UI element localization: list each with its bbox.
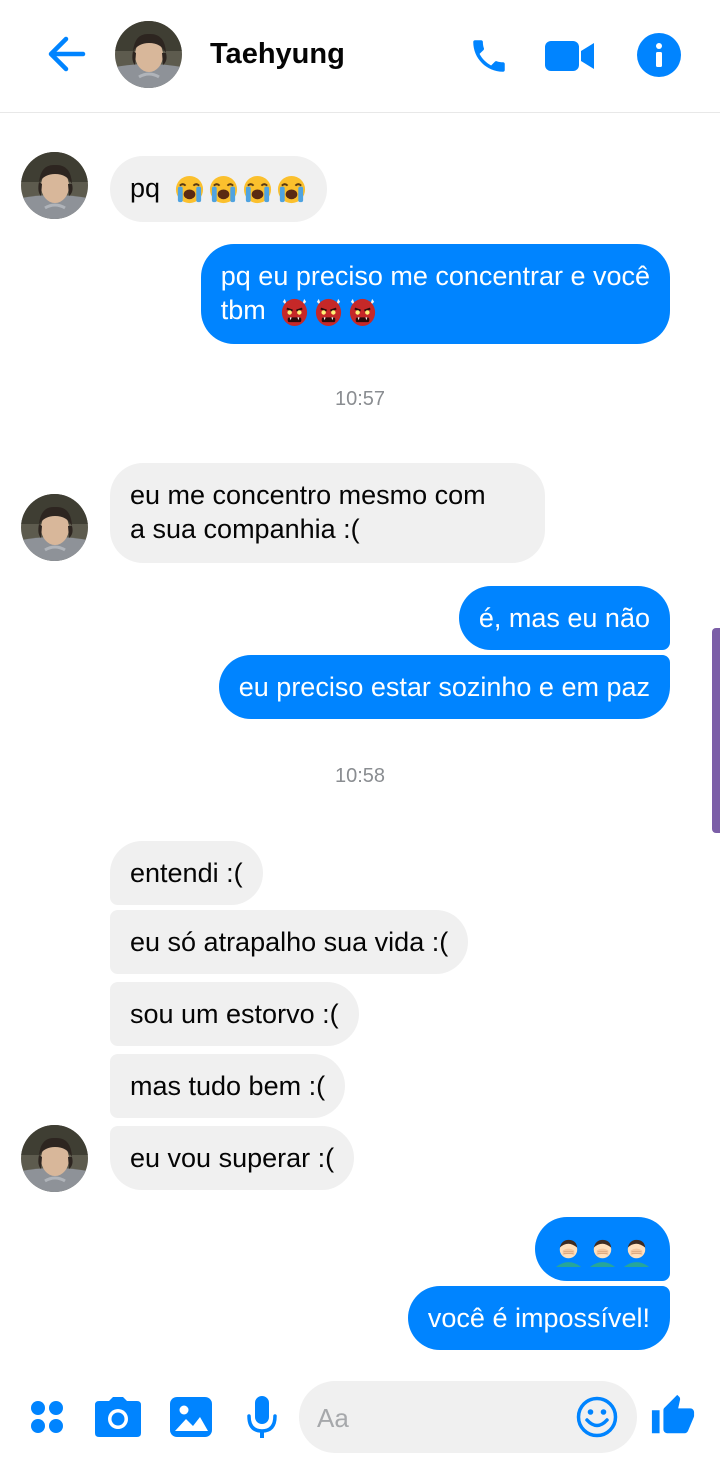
message-input[interactable]: Aa	[299, 1381, 637, 1453]
message-text: entendi :(	[130, 858, 243, 888]
microphone-icon	[247, 1396, 277, 1438]
loudly-crying-face-icon	[208, 174, 239, 205]
incoming-message[interactable]: eu me concentro mesmo com a sua companhi…	[110, 463, 545, 563]
message-text: mas tudo bem :(	[130, 1071, 326, 1101]
loudly-crying-face-icon	[242, 174, 273, 205]
video-call-button[interactable]	[543, 36, 597, 76]
message-text: pq	[130, 173, 161, 203]
man-facepalming-icon	[553, 1236, 584, 1267]
man-facepalming-icon	[621, 1236, 652, 1267]
incoming-message[interactable]: sou um estorvo :(	[110, 982, 359, 1046]
info-icon	[656, 43, 662, 67]
outgoing-message[interactable]: você é impossível!	[407, 1286, 670, 1350]
phone-icon	[473, 40, 505, 72]
message-text-line: eu me concentro mesmo com	[130, 480, 486, 510]
emoji-group	[174, 174, 307, 205]
like-button[interactable]	[649, 1392, 697, 1440]
voice-call-button[interactable]	[466, 34, 512, 78]
message-text: eu vou superar :(	[130, 1143, 335, 1173]
contact-avatar[interactable]	[115, 21, 182, 88]
emoji-picker-button[interactable]	[575, 1395, 619, 1439]
emoji-icon	[576, 1396, 618, 1438]
loudly-crying-face-icon	[174, 174, 205, 205]
message-text: sou um estorvo :(	[130, 999, 339, 1029]
outgoing-message[interactable]: pq eu preciso me concentrar e você tbm	[200, 244, 670, 344]
contact-avatar-small[interactable]	[21, 494, 88, 561]
arrow-left-icon	[48, 36, 86, 72]
message-text: é, mas eu não	[478, 603, 650, 633]
gallery-icon	[170, 1397, 212, 1437]
man-facepalming-icon	[587, 1236, 618, 1267]
message-input-placeholder: Aa	[317, 1403, 349, 1433]
incoming-message[interactable]: entendi :(	[110, 841, 263, 905]
message-text-line: tbm	[220, 295, 266, 325]
incoming-message[interactable]: eu só atrapalho sua vida :(	[110, 910, 469, 974]
thumbs-up-icon	[651, 1394, 695, 1434]
message-text-line: a sua companhia :(	[130, 514, 360, 544]
voice-message-button[interactable]	[243, 1395, 281, 1441]
contact-name[interactable]: Taehyung	[210, 38, 345, 71]
emoji-group	[553, 1236, 652, 1267]
contact-avatar-small[interactable]	[21, 152, 88, 219]
back-button[interactable]	[44, 34, 88, 74]
scroll-indicator[interactable]	[712, 628, 720, 833]
message-text: eu preciso estar sozinho e em paz	[238, 672, 650, 702]
ogre-icon	[313, 296, 344, 327]
timestamp: 10:57	[334, 388, 386, 410]
conversation-header: Taehyung	[0, 0, 720, 113]
timestamp: 10:58	[334, 765, 386, 787]
message-text: você é impossível!	[427, 1303, 650, 1333]
incoming-message[interactable]: eu vou superar :(	[110, 1126, 355, 1190]
ogre-icon	[279, 296, 310, 327]
more-apps-icon	[31, 1401, 63, 1433]
info-button[interactable]	[637, 33, 681, 77]
outgoing-message[interactable]: eu preciso estar sozinho e em paz	[218, 655, 670, 719]
camera-icon	[95, 1397, 141, 1437]
camera-button[interactable]	[94, 1393, 142, 1441]
contact-avatar-small[interactable]	[21, 1125, 88, 1192]
message-text: eu só atrapalho sua vida :(	[130, 927, 449, 957]
incoming-message[interactable]: pq	[110, 156, 327, 222]
incoming-message[interactable]: mas tudo bem :(	[110, 1054, 346, 1118]
outgoing-message[interactable]	[535, 1217, 670, 1281]
loudly-crying-face-icon	[276, 174, 307, 205]
message-text-line: pq eu preciso me concentrar e você	[220, 261, 650, 291]
more-apps-button[interactable]	[26, 1396, 68, 1438]
ogre-icon	[347, 296, 378, 327]
emoji-group	[279, 296, 378, 327]
gallery-button[interactable]	[169, 1395, 213, 1439]
outgoing-message[interactable]: é, mas eu não	[458, 586, 670, 650]
video-camera-icon	[545, 41, 594, 71]
